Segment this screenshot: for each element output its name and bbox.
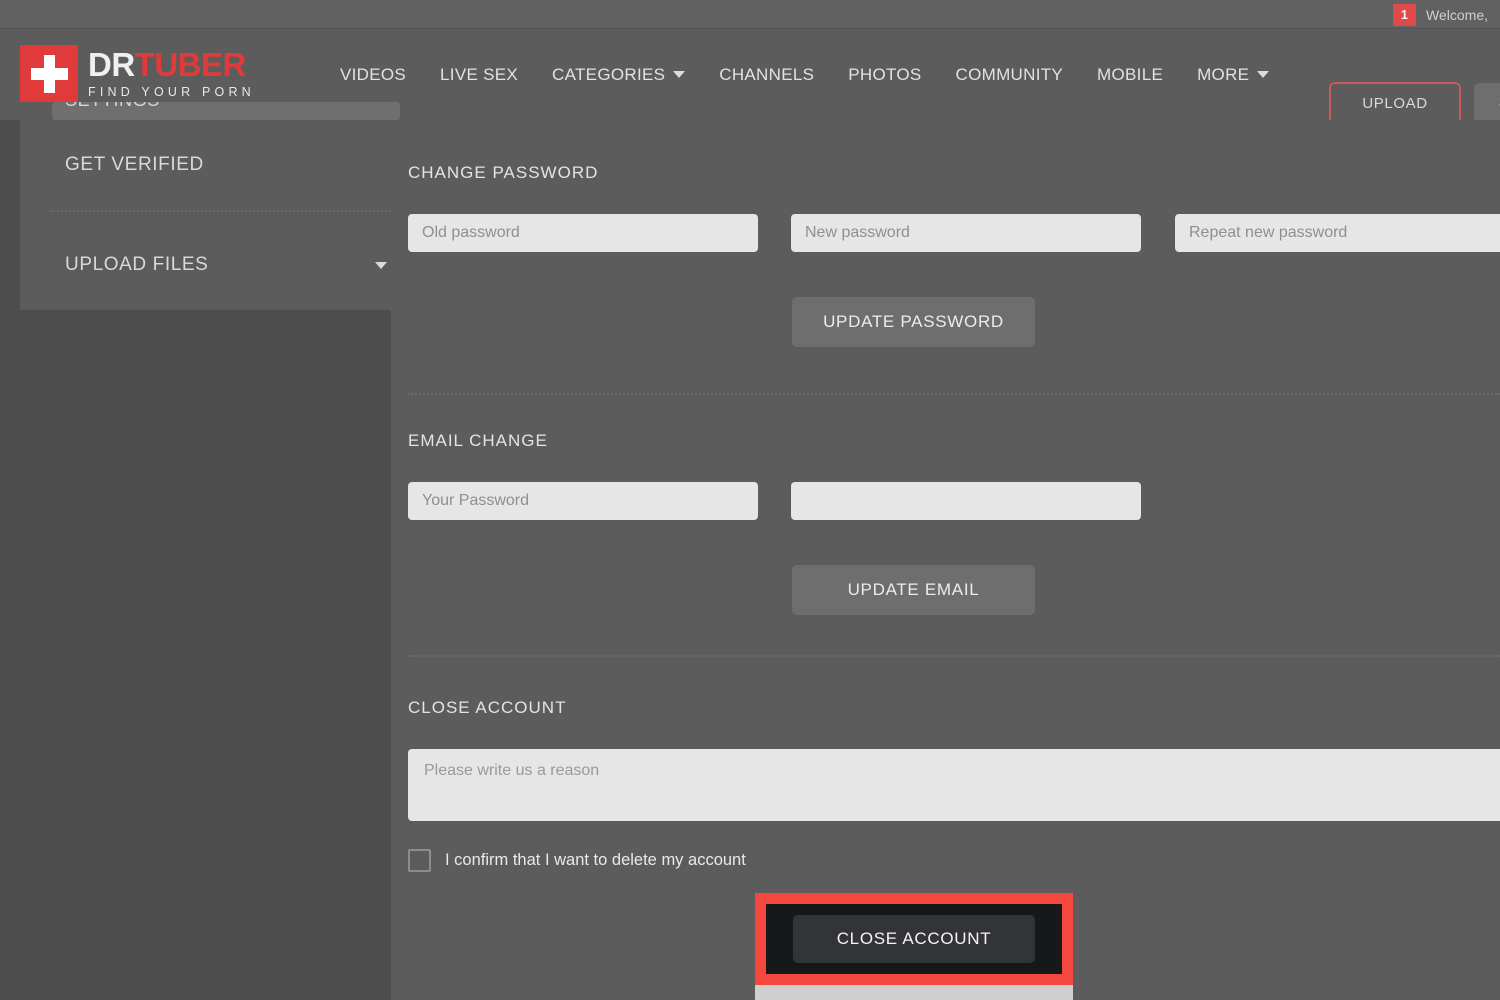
sidebar-item-upload-files[interactable]: UPLOAD FILES (65, 254, 387, 276)
repeat-password-input[interactable]: Repeat new password (1175, 214, 1500, 252)
nav-item-more[interactable]: MORE (1197, 64, 1270, 85)
confirm-delete-row: I confirm that I want to delete my accou… (408, 849, 746, 872)
confirm-delete-checkbox[interactable] (408, 849, 431, 872)
main-navigation: VIDEOS LIVE SEX CATEGORIES CHANNELS PHOT… (340, 29, 1270, 120)
repeat-password-placeholder: Repeat new password (1189, 224, 1348, 241)
top-utility-bar: 1 Welcome, (0, 0, 1500, 29)
old-password-input[interactable]: Old password (408, 214, 758, 252)
close-reason-placeholder: Please write us a reason (424, 762, 600, 779)
nav-item-live-sex[interactable]: LIVE SEX (440, 65, 518, 85)
sidebar-label-get-verified: GET VERIFIED (65, 154, 204, 175)
close-reason-textarea[interactable]: Please write us a reason (408, 749, 1500, 821)
chevron-down-icon (673, 71, 686, 78)
nav-label-live-sex: LIVE SEX (440, 64, 519, 84)
old-password-placeholder: Old password (422, 224, 520, 241)
close-account-title: CLOSE ACCOUNT (408, 698, 567, 717)
sidebar-label-settings: SETTINGS (65, 102, 160, 110)
nav-item-categories[interactable]: CATEGORIES (552, 64, 686, 85)
close-account-button[interactable]: CLOSE ACCOUNT (793, 915, 1035, 963)
nav-label-photos: PHOTOS (848, 64, 922, 84)
page-bottom-strip (755, 985, 1073, 1000)
close-account-highlight-inner: CLOSE ACCOUNT (766, 904, 1062, 974)
search-button[interactable]: S (1474, 83, 1500, 123)
confirm-delete-label: I confirm that I want to delete my accou… (445, 851, 746, 869)
logo-text: DRTUBER FIND YOUR PORN (88, 45, 255, 100)
email-change-password-input[interactable]: Your Password (408, 482, 758, 520)
topbar-right-group: 1 Welcome, (1392, 0, 1500, 29)
section-divider-2 (408, 655, 1500, 657)
chevron-down-icon (375, 261, 387, 269)
update-password-button[interactable]: UPDATE PASSWORD (792, 297, 1035, 347)
nav-label-videos: VIDEOS (340, 64, 407, 84)
new-password-input[interactable]: New password (791, 214, 1141, 252)
sidebar-label-upload-files: UPLOAD FILES (65, 254, 209, 275)
update-email-button[interactable]: UPDATE EMAIL (792, 565, 1035, 615)
sidebar-divider (50, 210, 399, 212)
nav-item-mobile[interactable]: MOBILE (1097, 65, 1163, 85)
nav-label-channels: CHANNELS (719, 64, 815, 84)
section-divider-1 (408, 393, 1500, 395)
site-logo[interactable]: DRTUBER FIND YOUR PORN (20, 45, 255, 103)
nav-label-community: COMMUNITY (955, 64, 1064, 84)
page-root: 1 Welcome, DRTUBER FIND YOUR PORN VIDEOS… (0, 0, 1500, 1000)
close-account-highlight: CLOSE ACCOUNT (755, 893, 1073, 985)
logo-title-tuber: TUBER (134, 46, 247, 83)
settings-panel: CHANGE PASSWORD Old password New passwor… (391, 120, 1500, 1000)
sidebar-item-settings[interactable]: SETTINGS (52, 102, 400, 120)
notification-badge[interactable]: 1 (1392, 3, 1417, 26)
logo-title-dr: DR (88, 46, 135, 83)
nav-item-videos[interactable]: VIDEOS (340, 65, 406, 85)
chevron-down-icon (1257, 71, 1270, 78)
new-password-placeholder: New password (805, 224, 910, 241)
account-sidebar: SETTINGS GET VERIFIED UPLOAD FILES (20, 102, 400, 310)
email-change-password-placeholder: Your Password (422, 492, 530, 509)
nav-label-mobile: MOBILE (1097, 64, 1164, 84)
nav-label-more: MORE (1197, 64, 1250, 84)
sidebar-item-get-verified[interactable]: GET VERIFIED (65, 154, 204, 176)
nav-item-photos[interactable]: PHOTOS (848, 65, 921, 85)
logo-title: DRTUBER (88, 48, 255, 82)
nav-item-channels[interactable]: CHANNELS (719, 65, 814, 85)
nav-item-community[interactable]: COMMUNITY (956, 65, 1064, 85)
change-password-title: CHANGE PASSWORD (408, 163, 599, 182)
email-change-title: EMAIL CHANGE (408, 431, 548, 450)
welcome-text: Welcome, (1426, 6, 1488, 23)
nav-label-categories: CATEGORIES (552, 64, 666, 84)
upload-button[interactable]: UPLOAD (1329, 82, 1461, 124)
new-email-input[interactable] (791, 482, 1141, 520)
logo-tagline: FIND YOUR PORN (88, 85, 255, 99)
red-cross-icon (20, 45, 78, 103)
